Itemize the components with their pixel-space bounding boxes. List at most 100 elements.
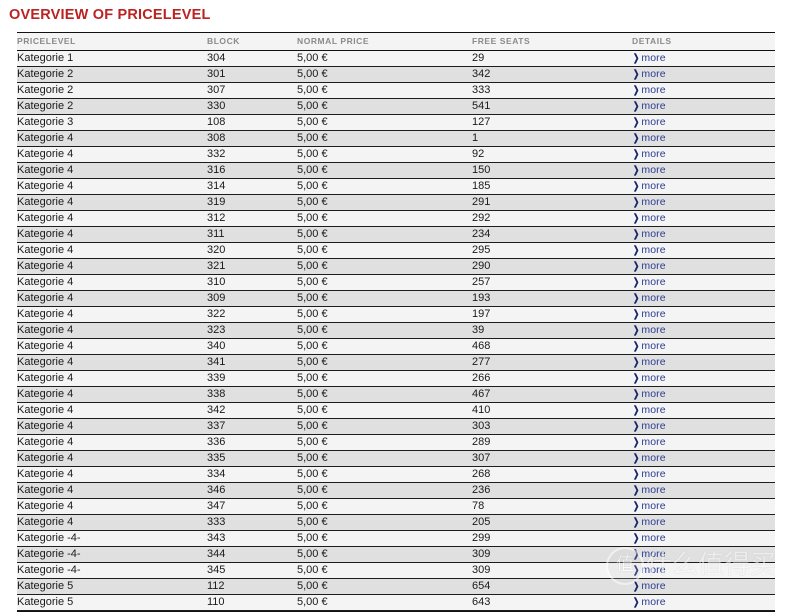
chevron-right-icon: ❯ <box>633 277 640 288</box>
table-row: Kategorie 4 323 5,00 €39 ❯ more <box>17 322 775 339</box>
cell-normal-price: 5,00 € <box>297 242 472 259</box>
details-more-label: more <box>641 244 666 256</box>
chevron-right-icon: ❯ <box>633 149 640 160</box>
cell-details: ❯ more <box>632 194 775 211</box>
cell-block: 332 <box>207 146 297 163</box>
details-more-link[interactable]: ❯ more <box>632 179 666 194</box>
cell-details: ❯ more <box>632 258 775 275</box>
cell-normal-price: 5,00 € <box>297 546 472 563</box>
details-more-link[interactable]: ❯ more <box>632 195 666 210</box>
cell-normal-price: 5,00 € <box>297 450 472 467</box>
details-more-label: more <box>641 100 666 112</box>
cell-block: 336 <box>207 434 297 451</box>
cell-details: ❯ more <box>632 162 775 179</box>
details-more-link[interactable]: ❯ more <box>632 211 666 226</box>
details-more-label: more <box>641 404 666 416</box>
cell-block: 314 <box>207 178 297 195</box>
details-more-link[interactable]: ❯ more <box>632 227 666 242</box>
details-more-link[interactable]: ❯ more <box>632 403 666 418</box>
cell-free-seats: 292 <box>472 210 632 227</box>
column-header-normal-price: NORMAL PRICE <box>297 32 472 51</box>
details-more-link[interactable]: ❯ more <box>632 67 666 82</box>
cell-normal-price: 5,00 € <box>297 594 472 611</box>
details-more-link[interactable]: ❯ more <box>632 387 666 402</box>
column-header-details: DETAILS <box>632 32 775 51</box>
cell-normal-price: 5,00 € <box>297 258 472 275</box>
cell-block: 311 <box>207 226 297 243</box>
details-more-link[interactable]: ❯ more <box>632 323 666 338</box>
details-more-link[interactable]: ❯ more <box>632 131 666 146</box>
details-more-link[interactable]: ❯ more <box>632 531 666 546</box>
cell-block: 337 <box>207 418 297 435</box>
details-more-link[interactable]: ❯ more <box>632 163 666 178</box>
cell-normal-price: 5,00 € <box>297 386 472 403</box>
cell-pricelevel: Kategorie 4 <box>17 418 207 435</box>
chevron-right-icon: ❯ <box>633 69 640 80</box>
details-more-link[interactable]: ❯ more <box>632 563 666 578</box>
cell-pricelevel: Kategorie 4 <box>17 370 207 387</box>
cell-details: ❯ more <box>632 50 775 67</box>
details-more-link[interactable]: ❯ more <box>632 259 666 274</box>
details-more-link[interactable]: ❯ more <box>632 435 666 450</box>
table-row: Kategorie 4 337 5,00 €303 ❯ more <box>17 418 775 435</box>
details-more-link[interactable]: ❯ more <box>632 307 666 322</box>
cell-block: 339 <box>207 370 297 387</box>
chevron-right-icon: ❯ <box>633 341 640 352</box>
cell-free-seats: 654 <box>472 578 632 595</box>
cell-free-seats: 234 <box>472 226 632 243</box>
details-more-link[interactable]: ❯ more <box>632 339 666 354</box>
cell-normal-price: 5,00 € <box>297 402 472 419</box>
details-more-link[interactable]: ❯ more <box>632 515 666 530</box>
table-body: Kategorie 1 304 5,00 €29 ❯ more Kategorie 2 30… <box>17 50 775 611</box>
table-header-row: PRICELEVEL BLOCK NORMAL PRICE FREE SEATS… <box>17 32 775 51</box>
table-row: Kategorie 4 335 5,00 €307 ❯ more <box>17 450 775 467</box>
chevron-right-icon: ❯ <box>633 405 640 416</box>
cell-normal-price: 5,00 € <box>297 162 472 179</box>
details-more-link[interactable]: ❯ more <box>632 483 666 498</box>
details-more-label: more <box>641 148 666 160</box>
details-more-label: more <box>641 260 666 272</box>
table-row: Kategorie 4 338 5,00 €467 ❯ more <box>17 386 775 403</box>
details-more-link[interactable]: ❯ more <box>632 451 666 466</box>
chevron-right-icon: ❯ <box>633 181 640 192</box>
chevron-right-icon: ❯ <box>633 437 640 448</box>
cell-details: ❯ more <box>632 530 775 547</box>
cell-details: ❯ more <box>632 178 775 195</box>
cell-normal-price: 5,00 € <box>297 50 472 67</box>
table-row: Kategorie 2 330 5,00 €541 ❯ more <box>17 98 775 115</box>
cell-pricelevel: Kategorie 2 <box>17 66 207 83</box>
table-row: Kategorie 4 334 5,00 €268 ❯ more <box>17 466 775 483</box>
table-row: Kategorie 4 314 5,00 €185 ❯ more <box>17 178 775 195</box>
cell-details: ❯ more <box>632 402 775 419</box>
table-row: Kategorie 4 339 5,00 €266 ❯ more <box>17 370 775 387</box>
details-more-link[interactable]: ❯ more <box>632 419 666 434</box>
details-more-link[interactable]: ❯ more <box>632 579 666 594</box>
details-more-link[interactable]: ❯ more <box>632 99 666 114</box>
details-more-label: more <box>641 340 666 352</box>
cell-normal-price: 5,00 € <box>297 146 472 163</box>
cell-details: ❯ more <box>632 594 775 611</box>
chevron-right-icon: ❯ <box>633 325 640 336</box>
details-more-link[interactable]: ❯ more <box>632 499 666 514</box>
cell-details: ❯ more <box>632 338 775 355</box>
details-more-link[interactable]: ❯ more <box>632 275 666 290</box>
pricelevel-table-container: PRICELEVEL BLOCK NORMAL PRICE FREE SEATS… <box>17 32 775 611</box>
details-more-link[interactable]: ❯ more <box>632 467 666 482</box>
details-more-link[interactable]: ❯ more <box>632 291 666 306</box>
cell-normal-price: 5,00 € <box>297 514 472 531</box>
details-more-link[interactable]: ❯ more <box>632 115 666 130</box>
details-more-link[interactable]: ❯ more <box>632 83 666 98</box>
details-more-link[interactable]: ❯ more <box>632 371 666 386</box>
cell-pricelevel: Kategorie 4 <box>17 306 207 323</box>
cell-block: 333 <box>207 514 297 531</box>
cell-pricelevel: Kategorie -4- <box>17 530 207 547</box>
details-more-link[interactable]: ❯ more <box>632 547 666 562</box>
cell-pricelevel: Kategorie 2 <box>17 98 207 115</box>
details-more-label: more <box>641 132 666 144</box>
details-more-link[interactable]: ❯ more <box>632 595 666 610</box>
details-more-link[interactable]: ❯ more <box>632 355 666 370</box>
cell-normal-price: 5,00 € <box>297 82 472 99</box>
details-more-link[interactable]: ❯ more <box>632 51 666 66</box>
details-more-link[interactable]: ❯ more <box>632 243 666 258</box>
details-more-link[interactable]: ❯ more <box>632 147 666 162</box>
